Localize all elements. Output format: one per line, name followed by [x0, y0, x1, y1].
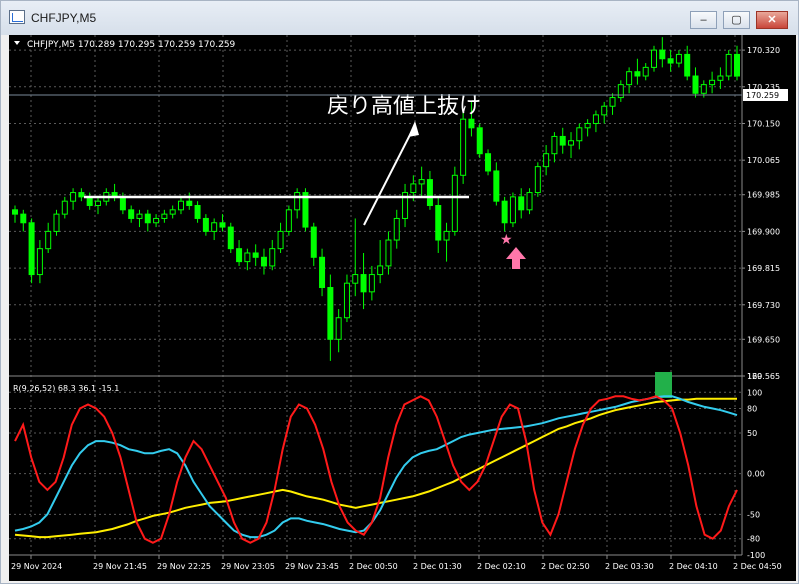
candle [28, 218, 35, 284]
chart-window-icon [9, 10, 25, 24]
annotation-label: 戻り高値上抜け [327, 94, 481, 119]
indicator-tick-label: 0.00 [747, 470, 765, 479]
candle [534, 162, 541, 197]
indicator-tick-label: 50 [747, 429, 757, 438]
time-tick-label: 2 Dec 03:30 [605, 562, 654, 571]
candle [651, 45, 658, 72]
indicator-tick-label: -100 [747, 551, 765, 560]
time-tick-label: 2 Dec 01:30 [413, 562, 462, 571]
candle [725, 50, 732, 81]
indicator-tick-label: -80 [747, 535, 760, 544]
terminal-window: CHFJPY,M5 – ▢ ✕ 戻り高値上抜け ★ CHFJPY,M5 170.… [0, 0, 799, 584]
current-price-label: 170.259 [746, 91, 779, 100]
pink-star-marker: ★ [500, 232, 513, 248]
price-chart-svg[interactable]: 戻り高値上抜け ★ CHFJPY,M5 170.289 170.295 170.… [9, 35, 796, 581]
price-tick-label: 170.150 [747, 119, 780, 128]
time-tick-label: 29 Nov 23:05 [221, 562, 275, 571]
candle [227, 222, 234, 253]
time-tick-label: 2 Dec 02:10 [477, 562, 526, 571]
symbol-info: CHFJPY,M5 170.289 170.295 170.259 170.25… [27, 40, 236, 50]
candle [302, 188, 309, 232]
time-tick-label: 29 Nov 21:45 [93, 562, 147, 571]
time-tick-label: 2 Dec 00:50 [349, 562, 398, 571]
candle [476, 123, 483, 159]
time-tick-label: 2 Dec 04:50 [733, 562, 782, 571]
indicator-tick-label: 80 [747, 405, 757, 414]
price-tick-label: 169.900 [747, 227, 780, 236]
window-title: CHFJPY,M5 [31, 11, 97, 25]
time-tick-label: 29 Nov 23:45 [285, 562, 339, 571]
time-tick-label: 29 Nov 2024 [11, 562, 62, 571]
indicator-tick-label: 100 [747, 388, 762, 397]
price-tick-label: 170.235 [747, 83, 780, 92]
candle [509, 192, 516, 228]
signal-box [655, 372, 672, 398]
indicator-tick-label: 120 [747, 372, 762, 381]
time-tick-label: 2 Dec 04:10 [669, 562, 718, 571]
indicator-label: R(9,26,52) 68.3 36.1 -15.1 [13, 384, 119, 393]
price-tick-label: 169.985 [747, 191, 780, 200]
candle [526, 188, 533, 215]
candle [451, 166, 458, 236]
candle [285, 205, 292, 236]
minimize-button[interactable]: – [690, 11, 717, 29]
indicator-tick-label: -50 [747, 510, 760, 519]
time-tick-label: 2 Dec 02:50 [541, 562, 590, 571]
time-tick-label: 29 Nov 22:25 [157, 562, 211, 571]
candle [460, 110, 467, 184]
price-tick-label: 170.320 [747, 46, 780, 55]
chart-area[interactable]: 戻り高値上抜け ★ CHFJPY,M5 170.289 170.295 170.… [9, 35, 796, 581]
price-tick-label: 170.065 [747, 156, 780, 165]
title-bar[interactable]: CHFJPY,M5 – ▢ ✕ [1, 1, 798, 35]
maximize-button[interactable]: ▢ [723, 11, 750, 29]
price-tick-label: 169.815 [747, 264, 780, 273]
price-tick-label: 169.730 [747, 301, 780, 310]
close-button[interactable]: ✕ [756, 11, 788, 29]
candle [485, 149, 492, 176]
price-tick-label: 169.650 [747, 335, 780, 344]
candle [53, 209, 60, 236]
